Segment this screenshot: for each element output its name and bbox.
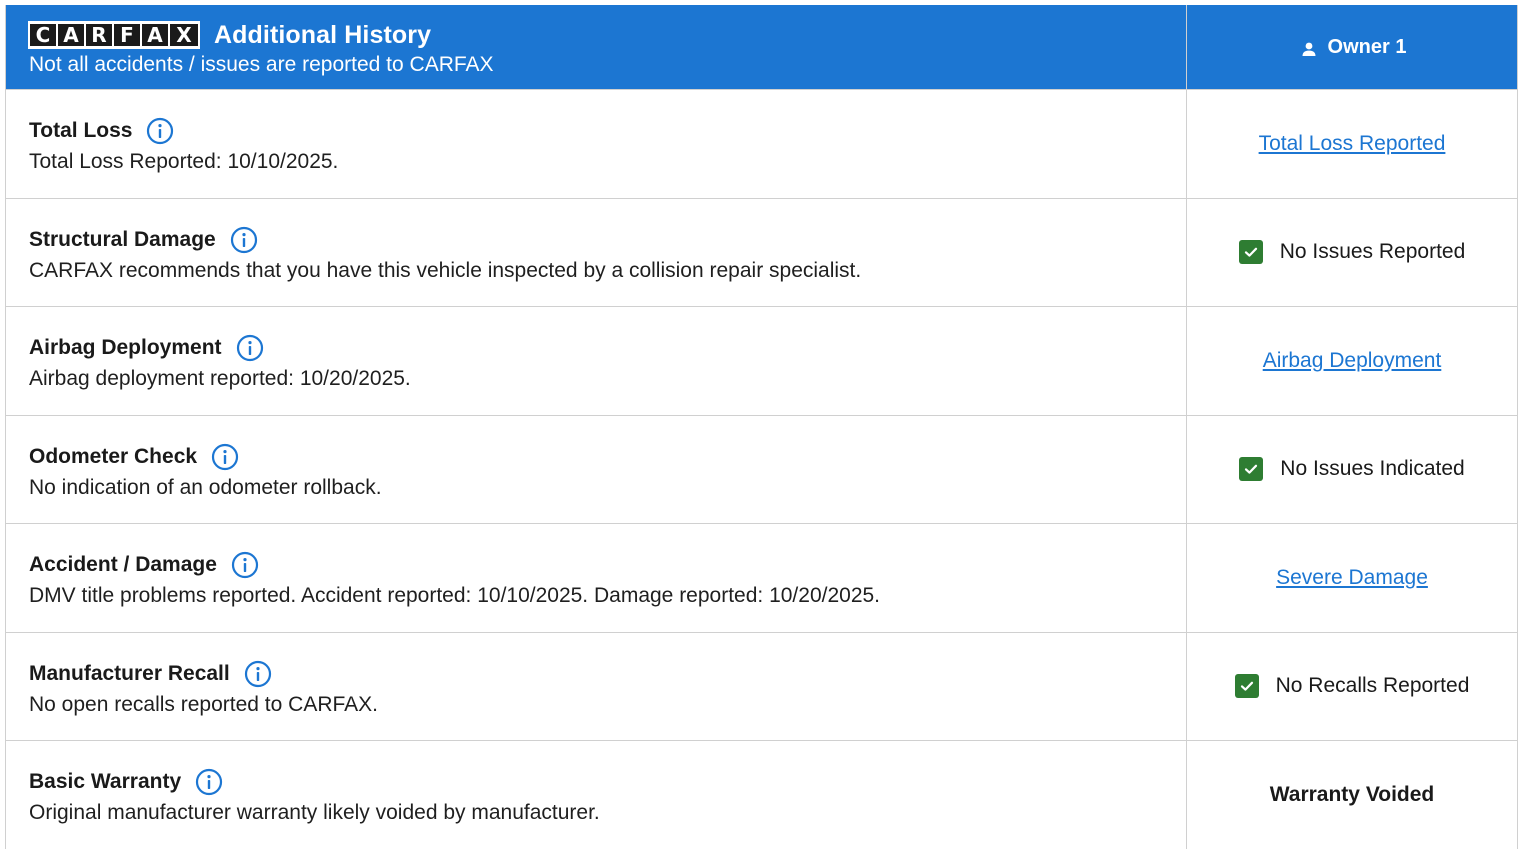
info-icon[interactable] (194, 767, 224, 797)
status-link[interactable]: Airbag Deployment (1263, 349, 1442, 373)
history-rows: Total Loss Total Loss Reported: 10/10/202… (6, 89, 1517, 849)
table-row: Accident / Damage DMV title problems repo… (6, 523, 1517, 632)
row-title-text: Odometer Check (29, 444, 198, 468)
row-info-cell: Total Loss Total Loss Reported: 10/10/202… (6, 90, 1187, 198)
row-title-text: Accident / Damage (29, 553, 217, 576)
brand-line: C A R F A X Additional History (28, 19, 1186, 51)
info-icon[interactable] (229, 225, 259, 255)
logo-letter: R (86, 24, 112, 46)
section-title: Additional History (214, 20, 432, 49)
row-status-cell: Total Loss Reported (1187, 90, 1517, 198)
logo-letter: X (170, 24, 198, 46)
row-description: DMV title problems reported. Accident re… (29, 584, 881, 607)
row-status-cell: No Issues Indicated (1187, 416, 1517, 524)
owner-label: Owner 1 (1327, 35, 1407, 58)
logo-letter: A (142, 24, 168, 46)
info-icon[interactable] (243, 659, 273, 689)
row-title-text: Total Loss (29, 119, 133, 142)
status-text: No Issues Reported (1279, 240, 1466, 264)
row-description: Original manufacturer warranty likely vo… (29, 801, 600, 824)
row-description: Total Loss Reported: 10/10/2025. (29, 150, 339, 173)
header-brand-cell: C A R F A X Additional History Not all a… (6, 5, 1187, 89)
logo-letter: C (30, 24, 56, 46)
info-icon[interactable] (145, 116, 175, 146)
logo-letter: F (114, 24, 140, 46)
row-status-cell: No Issues Reported (1187, 199, 1517, 307)
row-info-cell: Accident / Damage DMV title problems repo… (6, 524, 1187, 632)
checkmark-icon (1238, 240, 1263, 265)
checkmark-icon (1234, 674, 1259, 699)
row-info-cell: Structural Damage CARFAX recommends that … (6, 198, 1187, 306)
row-title: Accident / Damage (29, 550, 1186, 580)
row-title: Total Loss (29, 116, 1186, 146)
status-text: Warranty Voided (1269, 782, 1435, 806)
row-title-text: Manufacturer Recall (29, 661, 230, 685)
table-row: Odometer Check No indication of an odomet… (6, 414, 1517, 524)
row-status-cell: Airbag Deployment (1187, 307, 1517, 415)
row-title-text: Structural Damage (29, 227, 216, 251)
table-row: Manufacturer Recall No open recalls repor… (6, 631, 1517, 741)
row-title: Odometer Check (29, 442, 1186, 472)
row-title-text: Airbag Deployment (29, 336, 222, 359)
row-title: Manufacturer Recall (29, 659, 1186, 689)
row-info-cell: Airbag Deployment Airbag deployment repor… (6, 307, 1187, 415)
info-icon[interactable] (230, 550, 260, 580)
status-ok: No Issues Reported (1238, 240, 1466, 265)
status-text: No Issues Indicated (1280, 457, 1465, 481)
status-link[interactable]: Severe Damage (1276, 566, 1428, 590)
row-title: Basic Warranty (29, 767, 1186, 797)
carfax-logo: C A R F A X (28, 21, 200, 49)
status-text: No Recalls Reported (1275, 674, 1470, 698)
row-title-text: Basic Warranty (29, 770, 182, 793)
row-info-cell: Odometer Check No indication of an odomet… (6, 415, 1187, 523)
row-description: CARFAX recommends that you have this veh… (29, 258, 862, 282)
row-description: No open recalls reported to CARFAX. (29, 692, 379, 716)
row-info-cell: Basic Warranty Original manufacturer warr… (6, 741, 1187, 849)
status-ok: No Recalls Reported (1234, 674, 1470, 699)
row-title: Structural Damage (29, 225, 1186, 255)
checkmark-icon (1239, 457, 1264, 482)
table-header: C A R F A X Additional History Not all a… (6, 5, 1517, 89)
row-status-cell: Severe Damage (1187, 524, 1517, 632)
table-row: Basic Warranty Original manufacturer warr… (6, 740, 1517, 849)
status-ok: No Issues Indicated (1239, 457, 1465, 482)
row-title: Airbag Deployment (29, 333, 1186, 363)
info-icon[interactable] (210, 442, 240, 472)
person-icon (1298, 38, 1320, 60)
table-row: Airbag Deployment Airbag deployment repor… (6, 306, 1517, 415)
row-description: No indication of an odometer rollback. (29, 475, 382, 499)
table-row: Total Loss Total Loss Reported: 10/10/202… (6, 89, 1517, 198)
row-info-cell: Manufacturer Recall No open recalls repor… (6, 632, 1187, 740)
info-icon[interactable] (235, 333, 265, 363)
row-status-cell: Warranty Voided (1187, 741, 1517, 849)
logo-letter: A (58, 24, 84, 46)
owner-column-header: Owner 1 (1187, 5, 1517, 89)
row-description: Airbag deployment reported: 10/20/2025. (29, 367, 411, 390)
row-status-cell: No Recalls Reported (1187, 633, 1517, 741)
section-subtitle: Not all accidents / issues are reported … (29, 53, 494, 76)
table-row: Structural Damage CARFAX recommends that … (6, 197, 1517, 307)
status-link[interactable]: Total Loss Reported (1259, 132, 1446, 156)
additional-history-table: C A R F A X Additional History Not all a… (5, 5, 1518, 849)
